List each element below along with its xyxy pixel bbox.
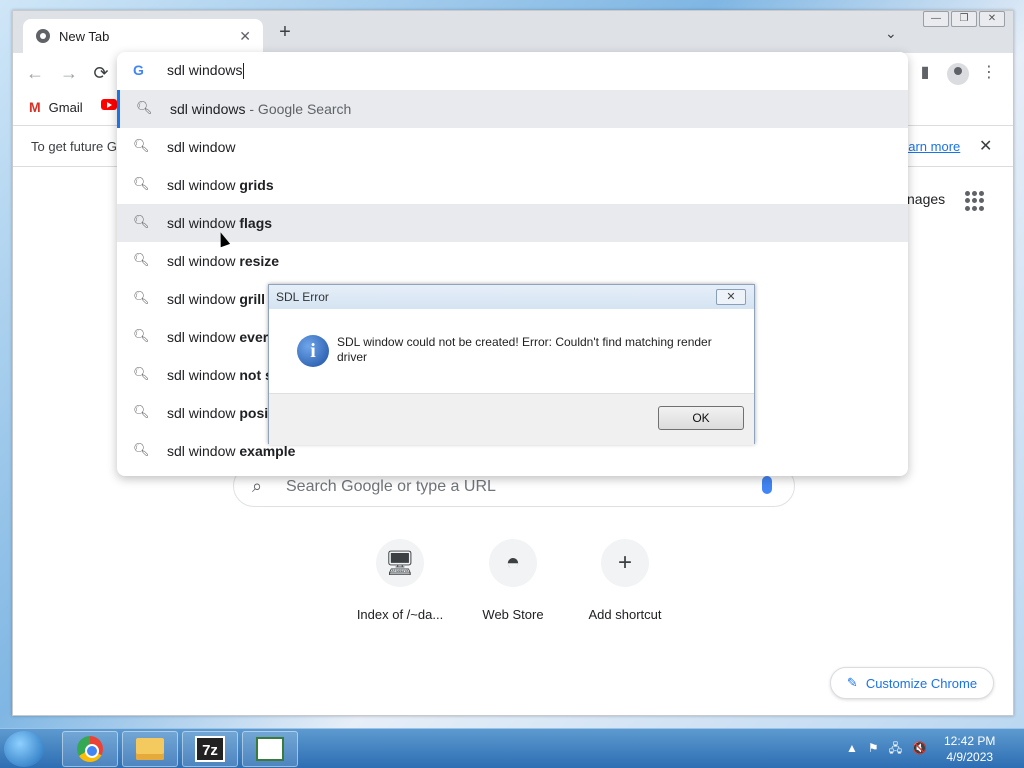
minimize-button[interactable]: — (923, 11, 949, 27)
taskbar-explorer[interactable] (122, 731, 178, 767)
new-tab-button[interactable]: + (275, 22, 295, 43)
ok-button[interactable]: OK (658, 406, 744, 430)
tab-close-icon[interactable]: ✕ (239, 28, 251, 45)
clock-time: 12:42 PM (944, 734, 996, 748)
info-icon: i (297, 335, 329, 367)
dialog-title: SDL Error (269, 285, 754, 309)
search-icon: 🔍︎ (133, 176, 150, 191)
search-icon: 🔍︎ (133, 290, 150, 305)
back-button[interactable]: ← (23, 61, 47, 85)
search-icon: 🔍︎ (133, 366, 150, 381)
shortcut-web-store[interactable]: ◓ Web Store (457, 539, 569, 622)
tab-title: New Tab (59, 28, 110, 44)
dialog-footer: OK (269, 393, 754, 445)
suggestion-item[interactable]: 🔍︎ sdl window grids (117, 166, 908, 204)
suggestion-item[interactable]: 🔍︎ sdl window (117, 128, 908, 166)
youtube-icon (101, 99, 117, 110)
pencil-icon: ✎ (846, 675, 858, 690)
reload-button[interactable]: ⟳ (89, 61, 113, 85)
shortcut-add[interactable]: + Add shortcut (569, 539, 681, 622)
maximize-button[interactable]: ❐ (951, 11, 977, 27)
sdl-error-dialog: SDL Error ✕ i SDL window could not be cr… (268, 284, 755, 445)
bookmark-youtube[interactable] (101, 99, 117, 110)
shortcut-label: Web Store (482, 607, 544, 622)
close-window-button[interactable]: ✕ (979, 11, 1005, 27)
tab-new-tab[interactable]: New Tab ✕ (23, 19, 263, 53)
suggestion-item[interactable]: 🔍︎ sdl window flags (117, 204, 908, 242)
taskbar-chrome[interactable] (62, 731, 118, 767)
shortcut-index[interactable]: 🖥 Index of /~da... (344, 539, 456, 622)
gmail-icon: M (29, 99, 41, 115)
bookmark-label: Gmail (48, 99, 83, 115)
learn-more-link[interactable]: earn more (901, 139, 960, 154)
plus-icon: + (601, 539, 649, 587)
tab-strip: New Tab ✕ + ⌄ — ❐ ✕ (13, 11, 1013, 53)
shortcut-label: Index of /~da... (356, 607, 444, 622)
dialog-close-button[interactable]: ✕ (716, 289, 746, 305)
shortcut-label: Add shortcut (588, 607, 662, 622)
taskbar: 7z ▲ ⚑ 🖧 🔇 12:42 PM 4/9/2023 (0, 728, 1024, 768)
network-icon[interactable]: 🖧 (889, 741, 902, 755)
search-icon: ⌕ (252, 476, 263, 496)
search-icon: 🔍︎ (133, 404, 150, 419)
search-icon: 🔍︎ (133, 252, 150, 267)
side-panel-icon[interactable]: ▮ (913, 61, 937, 85)
volume-muted-icon[interactable]: 🔇 (912, 741, 927, 755)
chrome-icon (36, 29, 50, 43)
search-icon: 🔍︎ (133, 138, 150, 153)
folder-icon (136, 738, 164, 760)
images-link[interactable]: nages (907, 191, 945, 207)
system-tray: ▲ ⚑ 🖧 🔇 (846, 739, 927, 760)
clock-date: 4/9/2023 (946, 750, 994, 764)
search-icon: 🔍︎ (133, 214, 150, 229)
dialog-message: SDL window could not be created! Error: … (337, 335, 712, 364)
bookmark-gmail[interactable]: M Gmail (29, 99, 83, 115)
search-icon: 🔍︎ (136, 100, 153, 115)
search-placeholder: Search Google or type a URL (286, 478, 496, 495)
action-center-icon[interactable]: ⚑ (868, 741, 879, 755)
forward-button[interactable]: → (57, 61, 81, 85)
search-icon: 🔍︎ (133, 442, 150, 457)
taskbar-7zip[interactable]: 7z (182, 731, 238, 767)
suggestion-item[interactable]: 🔍︎ sdl windows - Google Search (117, 90, 908, 128)
search-icon: 🔍︎ (133, 328, 150, 343)
info-bar-close-icon[interactable]: ✕ (979, 136, 992, 156)
7zip-icon: 7z (195, 736, 225, 762)
window-app-icon (256, 737, 284, 761)
taskbar-app[interactable] (242, 731, 298, 767)
chrome-icon (77, 736, 103, 762)
address-bar[interactable]: G sdl windows (117, 52, 908, 90)
show-hidden-icons-icon[interactable]: ▲ (846, 741, 858, 755)
menu-kebab-icon[interactable]: ⋮ (977, 61, 1001, 85)
microphone-icon[interactable] (762, 476, 772, 494)
suggestion-item[interactable]: 🔍︎ sdl window resize (117, 242, 908, 280)
customize-label: Customize Chrome (865, 675, 978, 691)
customize-chrome-button[interactable]: ✎ Customize Chrome (830, 667, 994, 699)
apps-grid-icon[interactable] (965, 191, 985, 211)
web-store-icon: ◓ (489, 539, 537, 587)
clock[interactable]: 12:42 PM 4/9/2023 (944, 733, 995, 765)
address-bar-value[interactable]: sdl windows (167, 62, 245, 80)
window-controls: — ❐ ✕ (923, 11, 1005, 27)
google-g-icon: G (133, 62, 144, 78)
info-bar-text: To get future G (31, 139, 117, 154)
tab-search-chevron-icon[interactable]: ⌄ (885, 25, 897, 42)
computer-icon: 🖥 (376, 539, 424, 587)
profile-avatar[interactable] (947, 63, 969, 85)
start-button[interactable] (4, 731, 44, 767)
